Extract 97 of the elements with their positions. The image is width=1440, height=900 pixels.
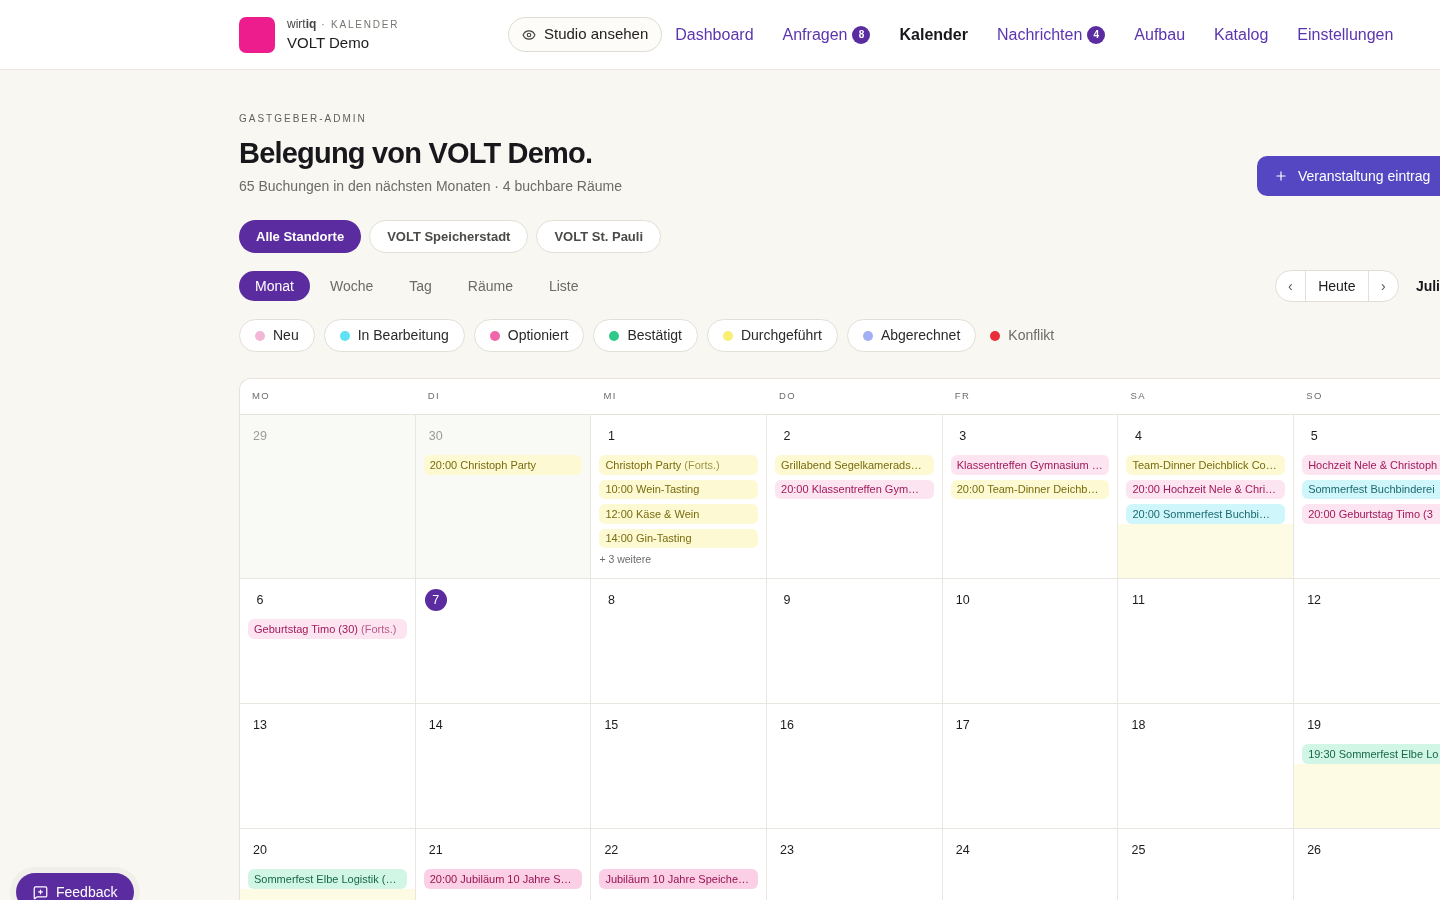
day-number: 17 xyxy=(954,716,971,734)
event-chip[interactable]: 20:00 Christoph Party xyxy=(423,455,583,475)
page-kicker: GASTGEBER-ADMIN xyxy=(239,112,368,126)
event-chip[interactable]: 20:00 Jubiläum 10 Jahre S… xyxy=(423,869,583,889)
status-filter[interactable]: Bestätigt xyxy=(593,319,698,352)
plus-icon xyxy=(1274,169,1288,183)
event-chip[interactable]: Jubiläum 10 Jahre Speiche… xyxy=(599,869,759,889)
add-event-button[interactable]: Veranstaltung eintrag xyxy=(1257,156,1440,196)
event-chip[interactable]: 20:00 Klassentreffen Gym… xyxy=(775,479,934,499)
event-chip[interactable]: Christoph Party (Forts.) xyxy=(599,455,759,475)
nav-link[interactable]: Nachrichten 4 xyxy=(996,22,1106,47)
event-chip[interactable]: Sommerfest Buchbinderei xyxy=(1302,479,1440,499)
day-number: 13 xyxy=(252,716,268,734)
weekday-label: FR xyxy=(954,389,971,404)
view-tab[interactable]: Monat xyxy=(239,271,310,301)
day-number: 26 xyxy=(1306,841,1323,859)
weekday-label: DO xyxy=(779,389,797,404)
status-filter[interactable]: In Bearbeitung xyxy=(323,319,465,352)
logo-icon xyxy=(239,16,275,53)
day-number: 4 xyxy=(1133,427,1143,445)
view-tab[interactable]: Woche xyxy=(313,271,390,301)
day-number: 21 xyxy=(427,841,444,859)
page-subtitle: 65 Buchungen in den nächsten Monaten · 4 buchbare Räume xyxy=(239,177,622,196)
day-number: 8 xyxy=(606,591,616,609)
day-number: 2 xyxy=(782,427,792,445)
day-number: 1 xyxy=(606,427,616,445)
location-filter[interactable]: VOLT Speicherstadt xyxy=(369,220,529,253)
day-number: 11 xyxy=(1130,591,1146,609)
weekday-label: DI xyxy=(427,389,441,404)
day-number: 12 xyxy=(1306,591,1323,609)
status-filter[interactable]: Optioniert xyxy=(473,319,585,352)
view-tab[interactable]: Räume xyxy=(451,271,529,301)
event-chip[interactable]: 12:00 Käse & Wein xyxy=(599,504,759,524)
day-number: 23 xyxy=(779,841,795,859)
day-number: 14 xyxy=(427,716,444,734)
count-badge: 4 xyxy=(1087,25,1106,44)
location-filter[interactable]: VOLT St. Pauli xyxy=(536,220,662,253)
nav-link[interactable]: Anfragen 8 xyxy=(782,22,871,47)
studio-button[interactable]: Studio ansehen xyxy=(508,17,663,52)
today-button[interactable]: Heute xyxy=(1305,271,1369,301)
day-number: 6 xyxy=(255,591,265,609)
event-chip[interactable]: 20:00 Sommerfest Buchbi… xyxy=(1126,504,1286,524)
day-number: 10 xyxy=(954,591,971,609)
event-chip[interactable]: Klassentreffen Gymnasium … xyxy=(950,455,1110,475)
previous-button[interactable]: ‹ xyxy=(1275,271,1306,301)
nav-link[interactable]: Aufbau xyxy=(1134,22,1186,47)
message-plus-icon xyxy=(33,884,48,900)
status-filter[interactable]: Durchgeführt xyxy=(706,319,838,352)
day-number: 7 xyxy=(424,589,447,611)
next-button[interactable]: › xyxy=(1368,271,1398,301)
event-chip[interactable]: 20:00 Team-Dinner Deichb… xyxy=(950,479,1110,499)
event-chip[interactable]: Sommerfest Elbe Logistik (… xyxy=(248,869,407,889)
weekday-label: SO xyxy=(1306,389,1323,404)
day-number: 3 xyxy=(958,427,968,445)
event-chip[interactable]: 19:30 Sommerfest Elbe Lo xyxy=(1302,744,1440,764)
day-number: 25 xyxy=(1130,841,1147,859)
view-tab[interactable]: Liste xyxy=(532,271,595,301)
nav-link[interactable]: Kalender xyxy=(899,22,968,47)
day-number: 16 xyxy=(779,716,795,734)
weekday-label: MI xyxy=(603,389,617,404)
status-filter[interactable]: Abgerechnet xyxy=(846,319,977,352)
legend-label: Konflikt xyxy=(1008,326,1055,345)
section-label: · KALENDER xyxy=(321,18,400,32)
count-badge: 8 xyxy=(852,25,871,44)
event-chip[interactable]: Hochzeit Nele & Christoph xyxy=(1302,455,1440,475)
day-number: 9 xyxy=(782,591,792,609)
nav-link[interactable]: Katalog xyxy=(1214,22,1269,47)
day-number: 22 xyxy=(603,841,620,859)
event-chip[interactable]: Grillabend Segelkamerads… xyxy=(775,455,934,475)
weekday-label: MO xyxy=(252,389,271,404)
day-number: 30 xyxy=(427,427,444,445)
event-chip[interactable]: 10:00 Wein-Tasting xyxy=(599,479,759,499)
status-filter[interactable]: Neu xyxy=(239,319,315,352)
day-number: 15 xyxy=(603,716,620,734)
day-number: 24 xyxy=(954,841,971,859)
nav-link[interactable]: Einstellungen xyxy=(1297,22,1394,47)
day-number: 19 xyxy=(1306,716,1323,734)
event-chip[interactable]: Team-Dinner Deichblick Co… xyxy=(1126,455,1286,475)
day-number: 29 xyxy=(252,427,268,445)
view-tab[interactable]: Tag xyxy=(393,271,448,301)
event-chip[interactable]: 20:00 Geburtstag Timo (3 xyxy=(1302,504,1440,524)
event-chip[interactable]: 14:00 Gin-Tasting xyxy=(599,528,759,548)
feedback-button[interactable]: Feedback xyxy=(16,873,135,900)
venue-name: VOLT Demo xyxy=(287,33,370,53)
location-filter[interactable]: Alle Standorte xyxy=(239,220,362,253)
month-label: Juli xyxy=(1415,276,1440,296)
day-number: 20 xyxy=(252,841,268,859)
more-events-link[interactable]: + 3 weitere xyxy=(599,552,652,566)
nav-link[interactable]: Dashboard xyxy=(675,22,754,47)
eye-icon xyxy=(522,27,536,42)
event-chip[interactable]: Geburtstag Timo (30) (Forts.) xyxy=(248,619,407,639)
page-title: Belegung von VOLT Demo. xyxy=(239,136,594,171)
day-number: 18 xyxy=(1130,716,1147,734)
event-chip[interactable]: 20:00 Hochzeit Nele & Chri… xyxy=(1126,479,1286,499)
brand-name: wirtiq xyxy=(287,16,317,32)
day-number: 5 xyxy=(1309,427,1319,445)
weekday-label: SA xyxy=(1130,389,1146,404)
